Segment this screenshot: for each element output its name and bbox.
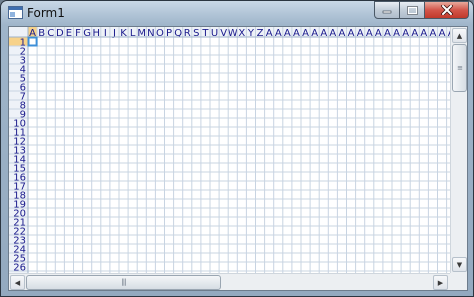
scroll-up-button[interactable]: ▲ bbox=[452, 28, 467, 43]
scroll-right-icon: ▶ bbox=[437, 278, 444, 287]
window-title: Form1 bbox=[27, 6, 65, 20]
close-icon bbox=[440, 5, 453, 15]
scroll-up-icon: ▲ bbox=[456, 31, 463, 40]
grip-icon: ||| bbox=[121, 278, 126, 286]
scroll-down-button[interactable]: ▼ bbox=[452, 257, 467, 272]
horizontal-scrollbar[interactable]: ◀ ||| ▶ bbox=[9, 273, 450, 290]
vertical-scrollbar[interactable]: ▲ ≡ ▼ bbox=[450, 27, 467, 273]
horizontal-scroll-thumb[interactable]: ||| bbox=[26, 275, 221, 290]
minimize-button[interactable] bbox=[374, 1, 400, 19]
maximize-icon bbox=[406, 5, 418, 15]
scroll-left-button[interactable]: ◀ bbox=[10, 275, 25, 290]
scrollbar-corner bbox=[450, 273, 467, 290]
spreadsheet-grid[interactable]: ABCDEFGHIJKLMNOPQRSTUVWXYZAAAAAAAAAAAAAA… bbox=[8, 26, 468, 291]
app-window: Form1 ABCDEFGHIJKLMNOPQRSTUVWXYZAAAAAAAA… bbox=[0, 0, 474, 297]
grid-canvas[interactable]: ABCDEFGHIJKLMNOPQRSTUVWXYZAAAAAAAAAAAAAA… bbox=[9, 27, 450, 273]
scroll-right-button[interactable]: ▶ bbox=[433, 275, 448, 290]
maximize-button[interactable] bbox=[399, 1, 425, 19]
grip-icon: ≡ bbox=[457, 63, 463, 72]
minimize-icon bbox=[382, 10, 392, 14]
scroll-down-icon: ▼ bbox=[456, 260, 463, 269]
window-app-icon bbox=[8, 6, 23, 19]
vertical-scroll-thumb[interactable]: ≡ bbox=[452, 44, 467, 92]
close-button[interactable] bbox=[424, 1, 469, 19]
title-bar[interactable]: Form1 bbox=[1, 1, 473, 25]
scroll-left-icon: ◀ bbox=[14, 278, 21, 287]
